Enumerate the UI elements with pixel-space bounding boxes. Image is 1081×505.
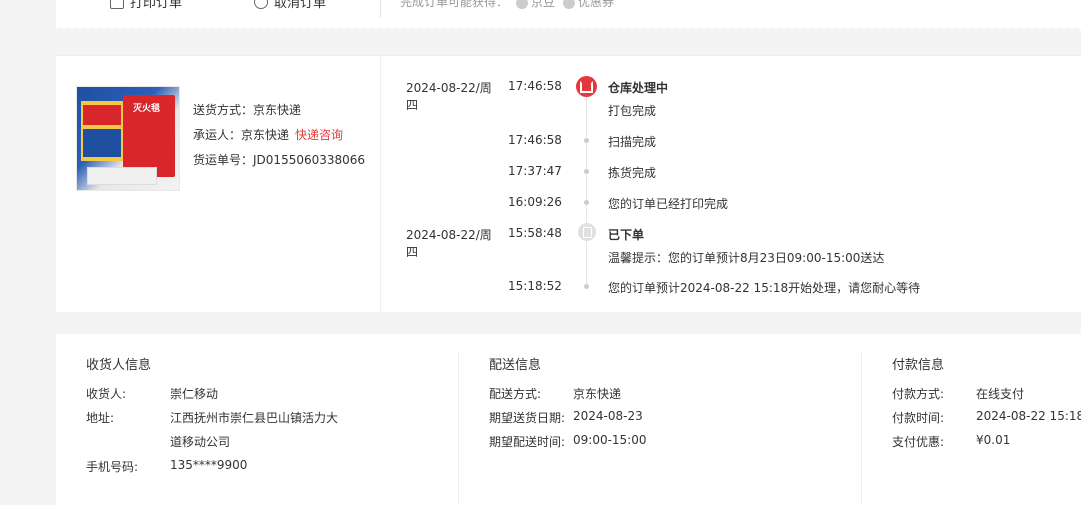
receiver-phone-value: 135****9900 [170, 458, 248, 472]
coupon-label: 优惠券 [578, 0, 615, 9]
payment-discount-label: 支付优惠: [892, 435, 945, 449]
tracking-panel: 灭火毯 送货方式：京东快递 承运人：京东快递 快递咨询 货运单号：JD015506… [56, 55, 1081, 312]
print-order-button[interactable]: 打印订单 [110, 0, 182, 11]
receiver-name-value: 崇仁移动 [170, 387, 219, 401]
payment-method-label: 付款方式: [892, 387, 945, 401]
cancel-icon [254, 0, 268, 9]
timeline-dot [584, 200, 589, 205]
payment-info: 付款信息 付款方式: 在线支付 付款时间: 2024-08-22 15:18:5… [892, 334, 1081, 505]
cancel-order-button[interactable]: 取消订单 [254, 0, 326, 11]
timeline-dot [584, 138, 589, 143]
carrier-row: 承运人：京东快递 快递咨询 [193, 123, 365, 148]
timeline-time: 15:18:52 [508, 279, 562, 293]
coupon-icon [563, 0, 576, 9]
timeline-date: 2024-08-22/周四 [406, 81, 492, 112]
receiver-phone-label: 手机号码: [86, 460, 139, 474]
timeline-time: 15:58:48 [508, 226, 562, 240]
timeline-text: 您的订单已经打印完成 [608, 197, 729, 211]
timeline-text: 扫描完成 [608, 135, 657, 149]
bean-icon [516, 0, 529, 9]
column-divider [458, 352, 459, 505]
receiver-title: 收货人信息 [86, 358, 152, 373]
tracking-timeline: 2024-08-22/周四 17:46:58 仓库处理中 打包完成 17:46:… [382, 56, 1081, 312]
reward-note: 完成订单可能获得： 京豆 优惠券 [400, 0, 614, 10]
receiver-address-line1: 江西抚州市崇仁县巴山镇活力大 [170, 411, 339, 425]
timeline-line [586, 92, 587, 289]
timeline-text: 拣货完成 [608, 166, 657, 180]
shipping-info: 送货方式：京东快递 承运人：京东快递 快递咨询 货运单号：JD0155060338… [193, 98, 365, 173]
coupon-reward: 优惠券 [563, 0, 614, 10]
carrier-label: 承运人： [193, 128, 242, 142]
printer-icon [110, 0, 124, 9]
bean-label: 京豆 [531, 0, 556, 9]
delivery-date-value: 2024-08-23 [573, 409, 643, 423]
timeline-dot [584, 169, 589, 174]
delivery-time-value: 09:00-15:00 [573, 433, 647, 447]
order-info-panel: 收货人信息 收货人: 崇仁移动 地址: 江西抚州市崇仁县巴山镇活力大 道移动公司… [56, 334, 1081, 505]
waybill-label: 货运单号： [193, 153, 254, 167]
waybill-value: JD0155060338066 [253, 153, 366, 167]
carrier-value: 京东快递 [241, 128, 290, 142]
timeline-time: 17:37:47 [508, 164, 562, 178]
payment-time-value: 2024-08-22 15:18:52 [976, 409, 1081, 423]
order-placed-icon [578, 223, 596, 241]
payment-time-label: 付款时间: [892, 411, 945, 425]
shipping-method-label: 送货方式： [193, 103, 254, 117]
timeline-text: 温馨提示：您的订单预计8月23日09:00-15:00送达 [608, 251, 885, 265]
timeline-time: 16:09:26 [508, 195, 562, 209]
zigzag-edge [56, 28, 1081, 36]
column-divider [861, 352, 862, 505]
timeline-status: 仓库处理中 [608, 81, 669, 95]
timeline-status: 已下单 [608, 228, 645, 242]
payment-discount-value: ¥0.01 [976, 433, 1011, 447]
product-title-text: 灭火毯 [133, 104, 161, 114]
divider [380, 0, 381, 18]
receiver-address-label: 地址: [86, 411, 115, 425]
payment-method-value: 在线支付 [976, 387, 1025, 401]
timeline-text: 打包完成 [608, 104, 657, 118]
product-thumbnail[interactable]: 灭火毯 [76, 86, 180, 191]
payment-title: 付款信息 [892, 358, 945, 373]
delivery-title: 配送信息 [489, 358, 542, 373]
delivery-info: 配送信息 配送方式: 京东快递 期望送货日期: 2024-08-23 期望配送时… [489, 334, 859, 505]
receiver-info: 收货人信息 收货人: 崇仁移动 地址: 江西抚州市崇仁县巴山镇活力大 道移动公司… [86, 334, 456, 505]
shipping-method-row: 送货方式：京东快递 [193, 98, 365, 123]
package-summary: 灭火毯 送货方式：京东快递 承运人：京东快递 快递咨询 货运单号：JD015506… [56, 56, 381, 312]
print-order-label: 打印订单 [130, 0, 183, 11]
delivery-method-value: 京东快递 [573, 387, 622, 401]
timeline-time: 17:46:58 [508, 133, 562, 147]
timeline-text: 您的订单预计2024-08-22 15:18开始处理，请您耐心等待 [608, 281, 921, 295]
timeline-time: 17:46:58 [508, 79, 562, 93]
express-consult-link[interactable]: 快递咨询 [295, 128, 343, 142]
delivery-time-label: 期望配送时间: [489, 435, 566, 449]
receiver-name-label: 收货人: [86, 387, 127, 401]
delivery-date-label: 期望送货日期: [489, 411, 566, 425]
receiver-address-line2: 道移动公司 [170, 435, 231, 449]
warehouse-icon [576, 76, 597, 97]
bean-reward: 京豆 [516, 0, 555, 10]
timeline-date: 2024-08-22/周四 [406, 228, 492, 259]
waybill-row: 货运单号：JD0155060338066 [193, 148, 365, 173]
timeline-dot [584, 284, 589, 289]
cancel-order-label: 取消订单 [274, 0, 327, 11]
delivery-method-label: 配送方式: [489, 387, 542, 401]
order-actions-bar: 打印订单 取消订单 完成订单可能获得： 京豆 优惠券 [56, 0, 1081, 30]
shipping-method-value: 京东快递 [253, 103, 302, 117]
reward-note-text: 完成订单可能获得： [400, 0, 509, 9]
